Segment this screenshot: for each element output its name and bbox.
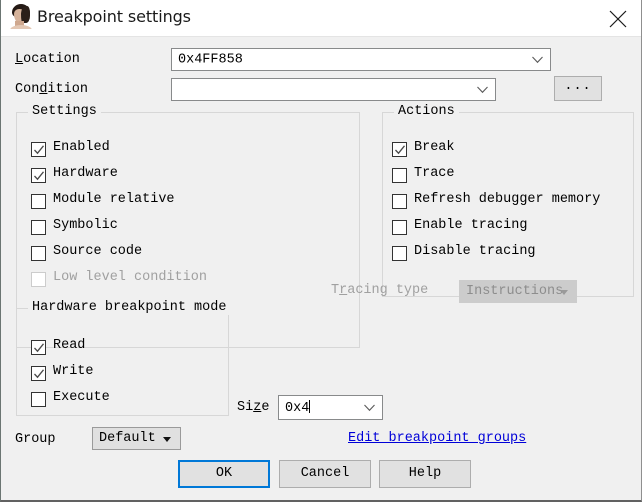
window-title: Breakpoint settings	[37, 7, 191, 26]
checkbox-box	[31, 168, 46, 183]
text-caret	[309, 399, 311, 413]
actions-group: Actions Break Trace Refresh debugger mem…	[382, 104, 634, 297]
checkbox-box	[392, 246, 407, 261]
chevron-down-icon	[163, 437, 171, 442]
check-icon	[395, 145, 406, 155]
checkbox-label: Read	[53, 338, 86, 353]
checkbox-box	[392, 142, 407, 157]
checkbox-label: Refresh debugger memory	[414, 192, 601, 207]
browse-condition-button[interactable]: ...	[554, 76, 602, 101]
location-combobox[interactable]: 0x4FF858	[171, 48, 551, 71]
check-icon	[34, 145, 45, 155]
check-icon	[34, 343, 45, 353]
checkbox-label: Trace	[414, 166, 455, 181]
checkbox-label: Break	[414, 140, 455, 155]
checkbox-box	[392, 194, 407, 209]
group-combobox[interactable]: Default	[92, 427, 181, 450]
checkbox-label: Execute	[53, 390, 110, 405]
close-icon	[609, 10, 627, 28]
checkbox-label: Disable tracing	[414, 244, 536, 259]
checkbox-box	[31, 392, 46, 407]
tracing-type-value: Instructions	[466, 284, 564, 299]
checkbox-label: Enable tracing	[414, 218, 528, 233]
checkbox-box	[31, 220, 46, 235]
checkbox-label: Symbolic	[53, 218, 118, 233]
condition-combobox[interactable]	[171, 78, 496, 101]
person-avatar-icon	[10, 4, 32, 29]
check-icon	[34, 171, 45, 181]
hardware-breakpoint-mode-group: Hardware breakpoint mode Read Write Exec…	[16, 300, 231, 416]
checkbox-box	[31, 340, 46, 355]
size-label: Size	[237, 400, 270, 415]
checkbox-box	[31, 142, 46, 157]
checkbox-label: Hardware	[53, 166, 118, 181]
help-button[interactable]: Help	[379, 460, 471, 488]
actions-group-title: Actions	[394, 104, 459, 119]
chevron-down-icon	[560, 290, 568, 295]
location-value: 0x4FF858	[178, 52, 243, 67]
checkbox-box	[392, 168, 407, 183]
hardware-group-title: Hardware breakpoint mode	[28, 300, 231, 315]
tracing-type-combobox: Instructions	[459, 280, 577, 303]
edit-breakpoint-groups-link[interactable]: Edit breakpoint groups	[348, 431, 526, 446]
tracing-type-label: Tracing type	[331, 283, 429, 298]
chevron-down-icon	[477, 86, 488, 93]
checkbox-box	[31, 272, 46, 287]
check-icon	[34, 369, 45, 379]
size-value: 0x4	[285, 399, 311, 416]
checkbox-box	[31, 246, 46, 261]
checkbox-label: Module relative	[53, 192, 175, 207]
checkbox-label: Write	[53, 364, 94, 379]
group-value: Default	[99, 431, 156, 446]
ok-button[interactable]: OK	[178, 460, 270, 488]
title-bar: Breakpoint settings	[1, 0, 641, 37]
breakpoint-settings-dialog: Breakpoint settings Location 0x4FF858 Co…	[0, 0, 642, 502]
browse-button-label: ...	[564, 79, 592, 94]
checkbox-label: Low level condition	[53, 270, 207, 285]
checkbox-box	[31, 366, 46, 381]
checkbox-box	[31, 194, 46, 209]
condition-label: Condition	[15, 82, 88, 97]
location-label: Location	[15, 52, 80, 67]
checkbox-label: Enabled	[53, 140, 110, 155]
chevron-down-icon	[532, 56, 543, 63]
checkbox-label: Source code	[53, 244, 143, 259]
cancel-button[interactable]: Cancel	[279, 460, 371, 488]
size-combobox[interactable]: 0x4	[278, 395, 383, 420]
settings-group-title: Settings	[28, 104, 101, 119]
checkbox-box	[392, 220, 407, 235]
chevron-down-icon	[364, 404, 375, 411]
group-label: Group	[15, 432, 56, 447]
close-window-button[interactable]	[595, 0, 641, 36]
